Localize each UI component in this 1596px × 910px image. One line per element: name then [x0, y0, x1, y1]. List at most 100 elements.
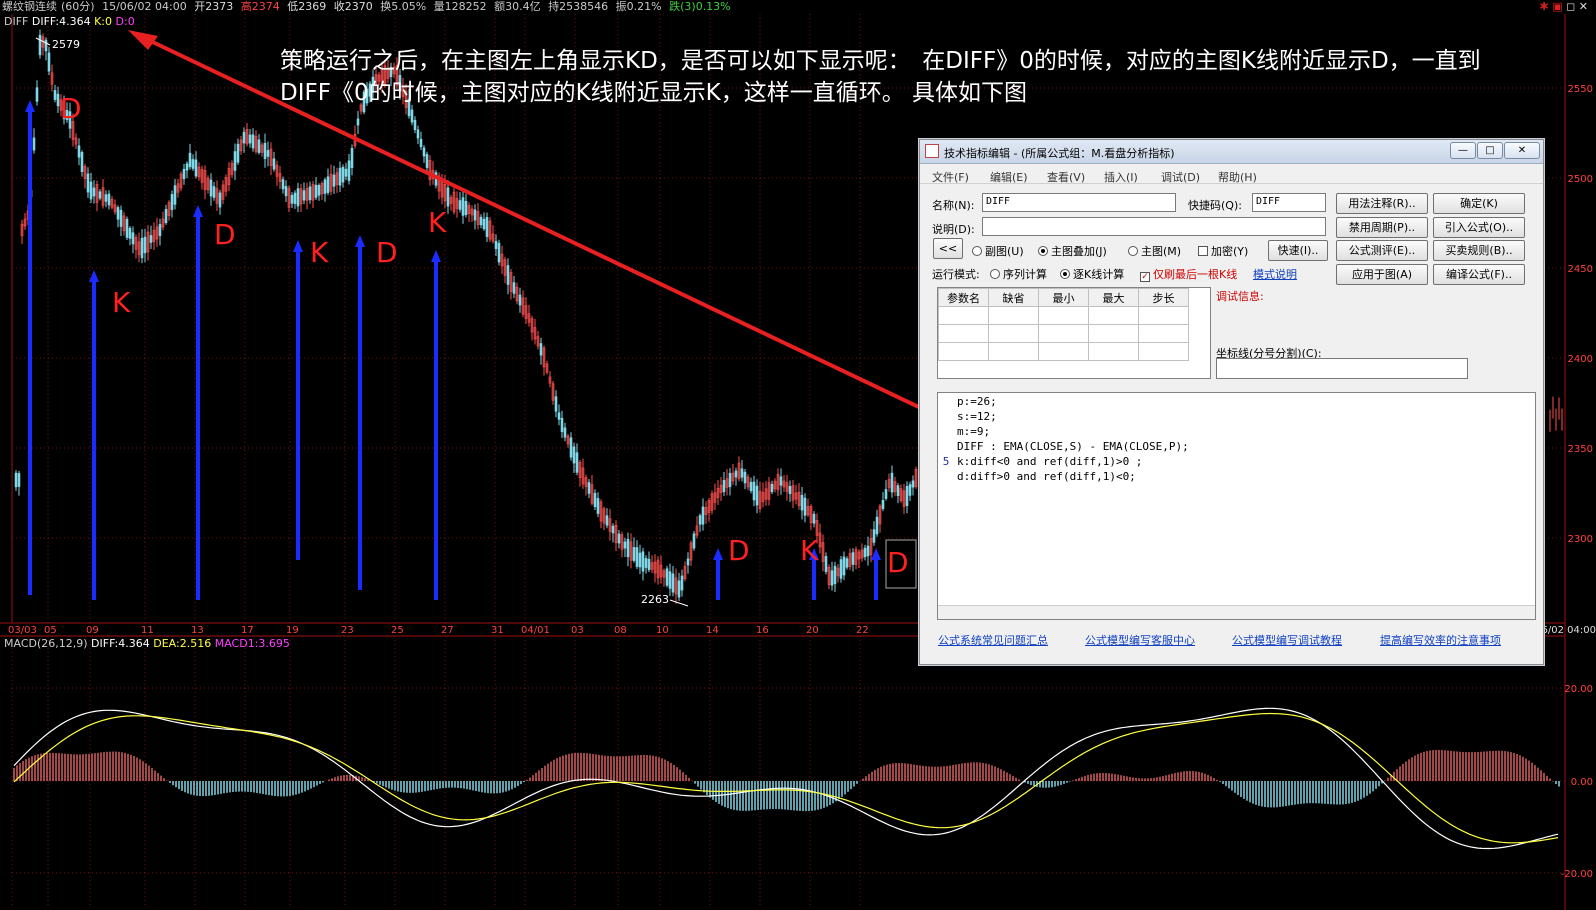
candle-body — [518, 294, 522, 306]
radio-overlay[interactable]: 主图叠加(J) — [1038, 243, 1107, 259]
candle-body — [263, 143, 267, 159]
maximize-icon[interactable]: □ — [1477, 142, 1503, 159]
menu-edit[interactable]: 编辑(E) — [990, 169, 1028, 185]
usage-button[interactable]: 用法注释(R).. — [1336, 193, 1428, 214]
tutorial-link[interactable]: 公式模型编写调试教程 — [1232, 632, 1342, 648]
dialog-close-icon[interactable]: ✕ — [1504, 142, 1540, 159]
menu-help[interactable]: 帮助(H) — [1218, 169, 1257, 185]
candle-body — [605, 515, 609, 526]
price-tick: 2500 — [1568, 174, 1593, 185]
code-line: m:=9; — [957, 425, 991, 438]
radio-run-bar[interactable]: 逐K线计算 — [1060, 266, 1124, 282]
settings-icon[interactable]: ✱ — [1540, 0, 1549, 13]
candle-body — [410, 109, 414, 123]
radio-sub-label: 副图(U) — [985, 245, 1024, 258]
open-price: 开2373 — [194, 0, 234, 13]
formula-test-button[interactable]: 公式测评(E).. — [1336, 240, 1428, 261]
candle-body — [272, 158, 276, 170]
close-icon[interactable]: ✕ — [1579, 0, 1588, 13]
candle-body — [677, 580, 681, 598]
apply-chart-button[interactable]: 应用于图(A) — [1336, 264, 1428, 285]
candle-body — [743, 471, 747, 484]
candle-body — [647, 558, 651, 571]
macd-tick: 20.00 — [1564, 684, 1593, 695]
code-hscroll[interactable] — [938, 605, 1535, 619]
radio-overlay-label: 主图叠加(J) — [1051, 245, 1107, 258]
date-tick: 04/01 — [521, 625, 550, 636]
minimize-icon[interactable]: — — [1450, 142, 1476, 159]
candle-body — [875, 516, 879, 535]
check-encrypt[interactable]: 加密(Y) — [1198, 243, 1248, 259]
price-tick: 2400 — [1568, 354, 1593, 365]
menu-insert[interactable]: 插入(I) — [1104, 169, 1138, 185]
candle-body — [92, 187, 96, 197]
debug-label: 调试信息: — [1216, 290, 1264, 303]
candle-body — [830, 570, 834, 586]
candle-body — [17, 473, 21, 487]
date-tick: 03 — [571, 625, 584, 636]
candle-body — [617, 533, 621, 544]
menu-debug[interactable]: 调试(D) — [1161, 169, 1200, 185]
candle-body — [290, 195, 294, 204]
code-text: p:=26; s:=12; m:=9; DIFF : EMA(CLOSE,S) - E… — [957, 394, 1189, 484]
candle-body — [833, 565, 837, 585]
code-line: DIFF : EMA(CLOSE,S) - EMA(CLOSE,P); — [957, 440, 1189, 453]
candle-body — [632, 547, 636, 561]
menu-view[interactable]: 查看(V) — [1047, 169, 1085, 185]
name-input[interactable]: DIFF — [982, 193, 1176, 212]
candle-body — [116, 207, 120, 220]
check-run-last[interactable]: ✓ 仅刷最后一根K线 — [1140, 266, 1237, 282]
faq-link[interactable]: 公式系统常见问题汇总 — [938, 632, 1048, 648]
date-tick: 25 — [391, 625, 404, 636]
mode-help-link[interactable]: 模式说明 — [1253, 266, 1297, 282]
radio-main[interactable]: 主图(M) — [1128, 243, 1181, 259]
collapse-button[interactable]: << — [933, 238, 963, 259]
radio-run-seq[interactable]: 序列计算 — [990, 266, 1047, 282]
candle-body — [191, 159, 195, 169]
candle-body — [302, 190, 306, 201]
compile-button[interactable]: 编译公式(F).. — [1433, 264, 1525, 285]
trade-rule-button[interactable]: 买卖规则(B).. — [1433, 240, 1525, 261]
candle-body — [668, 571, 672, 589]
app-icon — [925, 144, 939, 158]
coord-input[interactable] — [1216, 358, 1468, 379]
support-link[interactable]: 公式模型编写客服中心 — [1085, 632, 1195, 648]
menu-file[interactable]: 文件(F) — [932, 169, 969, 185]
gift-icon[interactable]: ▣ — [1552, 0, 1562, 13]
candle-body — [569, 437, 573, 458]
high-mark-label: 2579 — [52, 38, 80, 51]
candle-body — [332, 174, 336, 187]
signal-marker-d: D — [60, 92, 82, 125]
dialog-titlebar[interactable]: 技术指标编辑 - (所属公式组：M.看盘分析指标) — □ ✕ — [920, 140, 1543, 164]
quick-button[interactable]: 快速(I).. — [1268, 240, 1328, 261]
candle-body — [692, 533, 696, 549]
candle-body — [464, 200, 468, 216]
param-grid[interactable]: 参数名 缺省 最小 最大 步长 — [937, 287, 1211, 379]
candle-body — [512, 282, 516, 294]
import-formula-button[interactable]: 引入公式(O).. — [1433, 217, 1525, 238]
ok-button[interactable]: 确定(K) — [1433, 193, 1525, 214]
candle-body — [644, 558, 648, 568]
candle-body — [734, 470, 738, 478]
candle-body — [323, 179, 327, 194]
radio-subchart[interactable]: 副图(U) — [972, 243, 1024, 259]
candle-body — [596, 498, 600, 514]
tips-link[interactable]: 提高编写效率的注意事项 — [1380, 632, 1501, 648]
restore-icon[interactable]: ◻ — [1566, 0, 1575, 13]
candle-body — [86, 173, 90, 193]
candle-body — [485, 217, 489, 237]
line-number-gutter: 5 — [938, 393, 954, 619]
close-price: 收2370 — [333, 0, 373, 13]
forbid-period-button[interactable]: 禁用周期(P).. — [1336, 217, 1428, 238]
candle-body — [593, 492, 597, 508]
grid-header: 缺省 — [988, 288, 1039, 307]
desc-input[interactable] — [982, 217, 1326, 236]
indicator-diff: DIFF:4.364 — [31, 15, 91, 28]
grid-header: 参数名 — [938, 288, 989, 307]
candle-body — [575, 452, 579, 473]
signal-marker-k: K — [112, 286, 131, 319]
code-editor[interactable]: 5 p:=26; s:=12; m:=9; DIFF : EMA(CLOSE,S) -… — [937, 392, 1536, 620]
macd-macd1: MACD1:3.695 — [214, 637, 290, 650]
candle-body — [293, 192, 297, 204]
shortcut-input[interactable]: DIFF — [1252, 193, 1326, 212]
